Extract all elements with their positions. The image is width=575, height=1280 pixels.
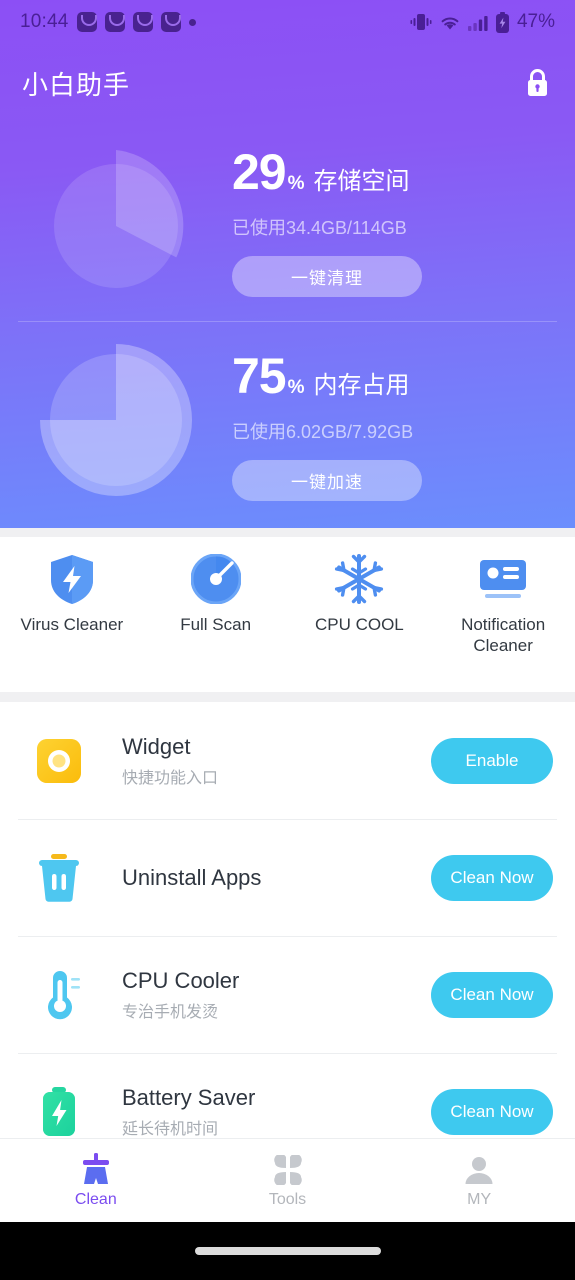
header-panel: 10:44 47% 小白助手 29 % 存储空间 已使用34.4GB/114GB…	[0, 0, 575, 528]
cpu-cooler-clean-button[interactable]: Clean Now	[431, 971, 553, 1018]
nav-item-tools[interactable]: Tools	[192, 1153, 384, 1209]
broom-icon	[79, 1152, 113, 1185]
memory-pie-chart	[36, 343, 196, 509]
snowflake-icon	[333, 553, 385, 605]
storage-percent-value: 29	[232, 144, 287, 200]
status-time: 10:44	[20, 11, 69, 32]
memory-stat-text: 75 % 内存占用 已使用6.02GB/7.92GB 一键加速	[232, 351, 575, 501]
feature-text: Uninstall Apps	[90, 865, 431, 891]
feature-subtitle: 快捷功能入口	[122, 769, 219, 787]
app-screen: 10:44 47% 小白助手 29 % 存储空间 已使用34.4GB/114GB…	[0, 0, 575, 1280]
widget-icon	[28, 737, 90, 785]
battery-saver-clean-button[interactable]: Clean Now	[431, 1088, 553, 1135]
feature-title: Battery Saver	[122, 1084, 256, 1110]
storage-percent-line: 29 % 存储空间	[232, 147, 410, 197]
app-title: 小白助手	[22, 69, 131, 100]
quick-tool-virus-cleaner[interactable]: Virus Cleaner	[0, 553, 144, 635]
wifi-icon	[439, 14, 461, 31]
feature-text: CPU Cooler 专治手机发烫	[90, 968, 431, 1022]
boost-memory-button[interactable]: 一键加速	[232, 460, 422, 501]
quick-tool-label: Virus Cleaner	[20, 615, 124, 634]
notification-card-icon	[477, 553, 529, 605]
quick-tool-cpu-cool[interactable]: CPU COOL	[288, 553, 432, 635]
storage-stat-block: 29 % 存储空间 已使用34.4GB/114GB 一键清理	[0, 124, 575, 320]
gesture-bar	[0, 1222, 575, 1280]
shield-bolt-icon	[48, 553, 96, 605]
stat-divider	[18, 321, 557, 322]
more-notifications-dot	[188, 18, 196, 26]
grid-petals-icon	[273, 1153, 303, 1185]
feature-title: Widget	[122, 733, 191, 759]
scan-gauge-icon	[190, 553, 241, 605]
status-bar: 10:44 47%	[0, 0, 575, 44]
memory-used-text: 已使用6.02GB/7.92GB	[232, 422, 414, 442]
nav-label: MY	[467, 1190, 492, 1208]
vibrate-icon	[410, 13, 432, 31]
storage-percent-sign: %	[287, 173, 305, 194]
battery-charging-icon	[495, 11, 510, 33]
storage-used-text: 已使用34.4GB/114GB	[232, 218, 407, 238]
nav-label: Clean	[74, 1190, 117, 1208]
storage-pie-wrap	[0, 144, 232, 301]
widget-enable-button[interactable]: Enable	[431, 737, 553, 784]
nav-label: Tools	[268, 1190, 307, 1208]
app-bar: 小白助手	[0, 52, 575, 114]
feature-row-uninstall-apps[interactable]: Uninstall Apps Clean Now	[0, 819, 575, 936]
feature-text: Widget 快捷功能入口	[90, 734, 431, 788]
memory-stat-block: 75 % 内存占用 已使用6.02GB/7.92GB 一键加速	[0, 326, 575, 526]
feature-text: Battery Saver 延长待机时间	[90, 1085, 431, 1139]
feature-title: CPU Cooler	[122, 967, 240, 993]
quick-tools-card: Virus Cleaner Full Scan CPU COOL Notific…	[0, 537, 575, 692]
nav-item-my[interactable]: MY	[383, 1153, 575, 1209]
memory-percent-sign: %	[287, 377, 305, 398]
message-icon	[160, 12, 181, 32]
trash-icon	[28, 853, 90, 903]
battery-bolt-icon	[28, 1086, 90, 1138]
feature-title: Uninstall Apps	[122, 864, 262, 890]
storage-label: 存储空间	[313, 168, 410, 195]
quick-tool-full-scan[interactable]: Full Scan	[144, 553, 288, 635]
uninstall-apps-clean-button[interactable]: Clean Now	[431, 854, 553, 901]
status-bar-left: 10:44	[20, 11, 196, 33]
thermometer-icon	[28, 970, 90, 1020]
lock-icon[interactable]	[521, 66, 553, 100]
clean-storage-button[interactable]: 一键清理	[232, 256, 422, 297]
quick-tool-notification-cleaner[interactable]: Notification Cleaner	[431, 553, 575, 657]
quick-tool-label: CPU COOL	[314, 615, 404, 634]
feature-subtitle: 延长待机时间	[122, 1120, 219, 1138]
message-icon	[76, 12, 97, 32]
feature-subtitle: 专治手机发烫	[122, 1003, 219, 1021]
gesture-pill[interactable]	[194, 1247, 381, 1255]
storage-stat-text: 29 % 存储空间 已使用34.4GB/114GB 一键清理	[232, 147, 575, 297]
storage-pie-chart	[40, 144, 192, 301]
person-icon	[464, 1153, 494, 1185]
feature-row-cpu-cooler[interactable]: CPU Cooler 专治手机发烫 Clean Now	[0, 936, 575, 1053]
memory-percent-value: 75	[232, 348, 287, 404]
message-icon	[132, 12, 153, 32]
memory-label: 内存占用	[313, 372, 410, 399]
message-icon	[104, 12, 125, 32]
feature-list: Widget 快捷功能入口 Enable Uninstall Apps Clea…	[0, 702, 575, 1178]
nav-item-clean[interactable]: Clean	[0, 1152, 192, 1209]
battery-percentage: 47%	[516, 11, 555, 32]
memory-pie-wrap	[0, 343, 232, 509]
quick-tool-label: Full Scan	[180, 615, 252, 634]
quick-tool-label: Notification Cleaner	[461, 615, 546, 656]
signal-icon	[467, 14, 488, 31]
feature-row-widget[interactable]: Widget 快捷功能入口 Enable	[0, 702, 575, 819]
memory-percent-line: 75 % 内存占用	[232, 351, 410, 401]
status-bar-right: 47%	[410, 11, 555, 33]
bottom-navigation: Clean Tools MY	[0, 1138, 575, 1222]
